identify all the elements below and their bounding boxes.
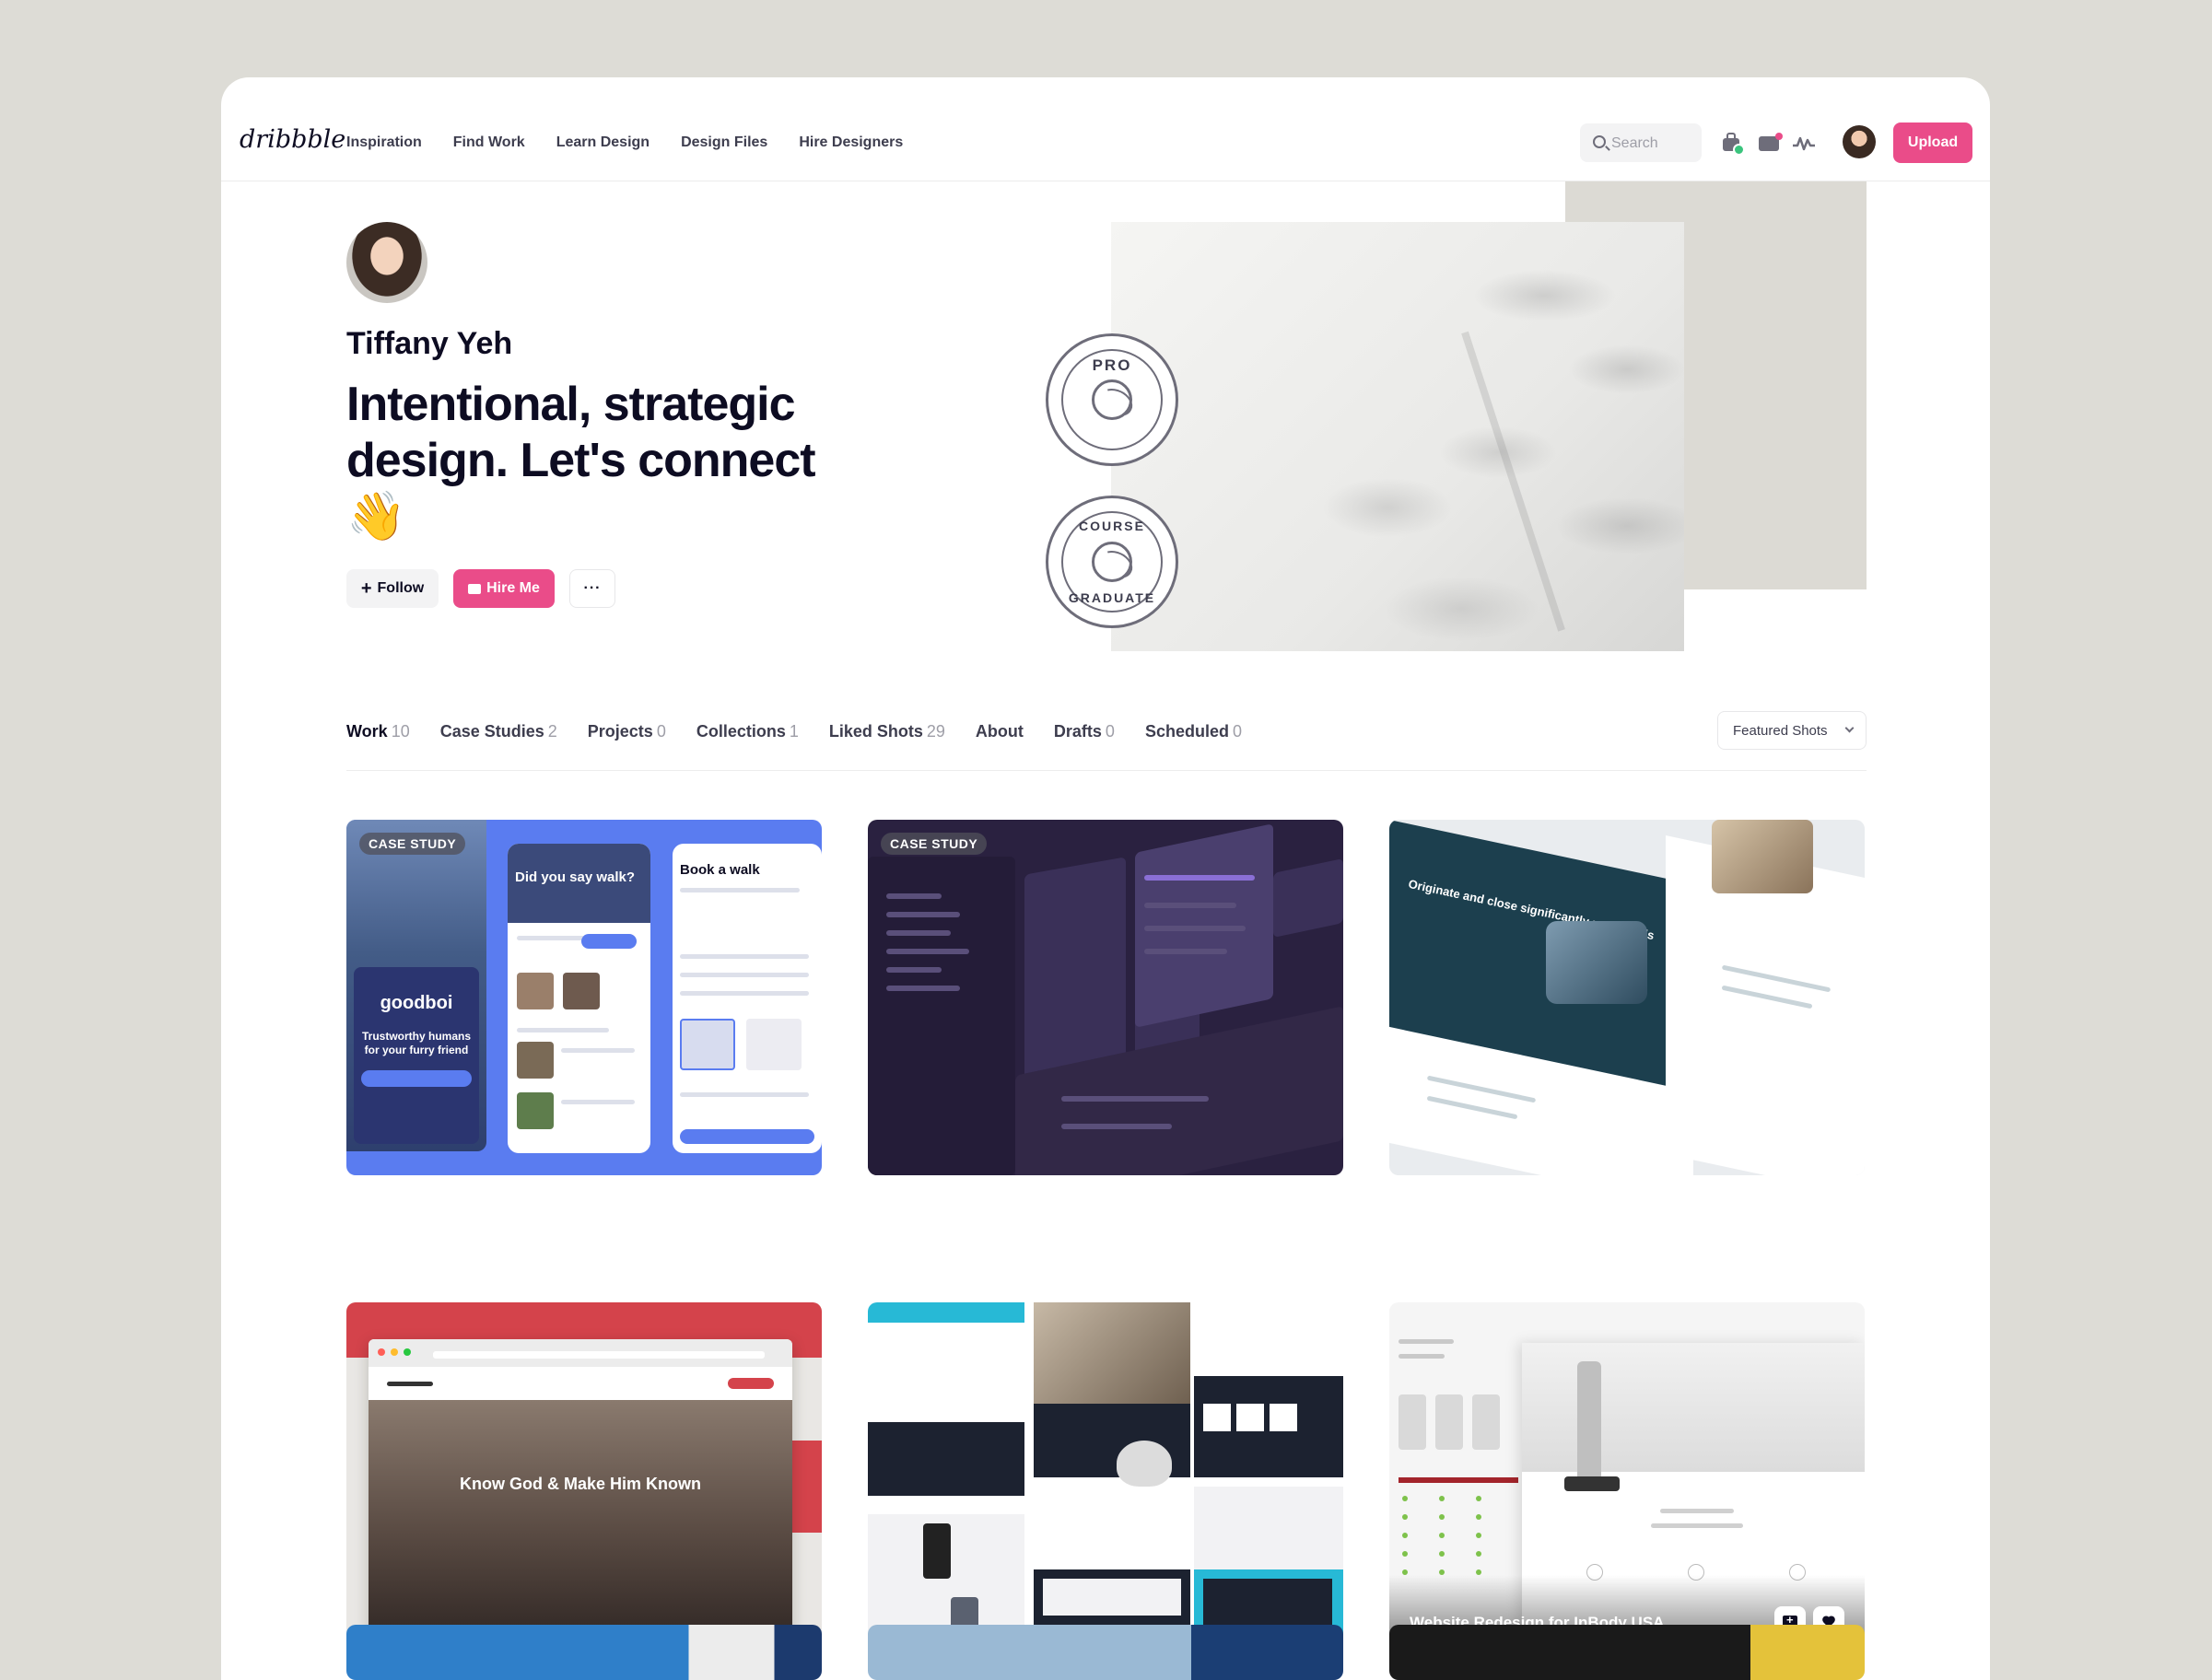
tab-liked-shots[interactable]: Liked Shots 29: [829, 722, 945, 741]
sort-selected: Featured Shots: [1733, 723, 1828, 739]
envelope-icon: [468, 583, 482, 594]
profile-avatar: [346, 222, 427, 303]
shot-photo: goodboi Trustworthy humans for your furr…: [346, 820, 486, 1151]
pro-badge: PRO: [1046, 333, 1178, 466]
shot-ywam-website[interactable]: Know God & Make Him Known: [346, 1302, 822, 1658]
tab-case-studies[interactable]: Case Studies 2: [440, 722, 557, 741]
phone-title: Book a walk: [680, 862, 760, 878]
case-study-badge: CASE STUDY: [881, 833, 988, 855]
plus-icon: +: [360, 578, 372, 599]
goodboi-tagline: Trustworthy humans for your furry friend: [361, 1030, 471, 1056]
shot-peek-1[interactable]: [346, 1625, 822, 1680]
nav-link-hire-designers[interactable]: Hire Designers: [799, 134, 903, 151]
tabs-divider: [346, 770, 1867, 771]
browser-mockup: Know God & Make Him Known: [369, 1339, 792, 1658]
nav-links: Inspiration Find Work Learn Design Desig…: [346, 134, 903, 151]
shot-security-website[interactable]: [868, 1302, 1343, 1658]
dribbble-ball-icon: [1092, 379, 1132, 420]
phone-screen-book: Book a walk: [673, 844, 822, 1153]
user-avatar[interactable]: [1843, 125, 1876, 158]
course-graduate-badge: COURSE GRADUATE: [1046, 496, 1178, 628]
mail-icon[interactable]: [1759, 133, 1783, 153]
nav-link-find-work[interactable]: Find Work: [453, 134, 525, 151]
more-options-button[interactable]: ···: [569, 569, 615, 608]
search-placeholder: Search: [1611, 135, 1658, 151]
notification-dot: [1775, 133, 1783, 140]
shot-photo: [1712, 820, 1813, 893]
nav-link-design-files[interactable]: Design Files: [681, 134, 767, 151]
hire-me-button[interactable]: Hire Me: [453, 569, 555, 608]
graduate-badge-label: GRADUATE: [1068, 590, 1156, 605]
nav-link-inspiration[interactable]: Inspiration: [346, 134, 422, 151]
profile-tabs: Work 10 Case Studies 2 Projects 0 Collectio…: [346, 722, 1242, 741]
follow-label: Follow: [377, 580, 425, 596]
dribbble-ball-icon: [1092, 542, 1132, 582]
shot-goodboi[interactable]: goodboi Trustworthy humans for your furr…: [346, 820, 822, 1175]
shot-peek-2[interactable]: [868, 1625, 1343, 1680]
cover-image: [1111, 222, 1684, 651]
hire-label: Hire Me: [486, 580, 540, 596]
pro-badge-label: PRO: [1092, 356, 1132, 374]
follow-button[interactable]: + Follow: [346, 569, 439, 608]
phone-title: Did you say walk?: [515, 869, 636, 885]
nav-link-learn-design[interactable]: Learn Design: [556, 134, 650, 151]
shot-inbody-website[interactable]: Website Redesign for InBody USA: [1389, 1302, 1865, 1658]
shot-peek-3[interactable]: [1389, 1625, 1865, 1680]
search-input[interactable]: Search: [1580, 123, 1702, 162]
create-account-pill: [361, 1070, 472, 1087]
profile-name: Tiffany Yeh: [346, 326, 513, 361]
plant-shadow: [1461, 331, 1565, 632]
phone-screen-walk: Did you say walk?: [508, 844, 650, 1153]
upload-button[interactable]: Upload: [1893, 122, 1972, 163]
profile-actions: + Follow Hire Me ···: [346, 569, 615, 608]
tab-scheduled[interactable]: Scheduled 0: [1145, 722, 1242, 741]
shot-photo: [1546, 921, 1647, 1004]
dribbble-window: dribbble Inspiration Find Work Learn Des…: [221, 77, 1990, 1680]
course-badge-label: COURSE: [1079, 519, 1145, 533]
shot-dashboard[interactable]: CASE STUDY: [868, 820, 1343, 1175]
chevron-down-icon: [1844, 723, 1855, 733]
dribbble-logo[interactable]: dribbble: [240, 125, 345, 154]
tab-about[interactable]: About: [976, 722, 1024, 741]
tab-drafts[interactable]: Drafts 0: [1054, 722, 1115, 741]
goodboi-logo: goodboi: [380, 993, 453, 1013]
tab-collections[interactable]: Collections 1: [696, 722, 799, 741]
signup-card: goodboi Trustworthy humans for your furr…: [354, 967, 479, 1144]
check-icon: [1733, 144, 1745, 156]
search-icon: [1593, 135, 1606, 148]
tab-work[interactable]: Work 10: [346, 722, 410, 741]
activity-icon[interactable]: [1792, 133, 1816, 153]
profile-headline: Intentional, strategic design. Let's con…: [346, 378, 816, 543]
top-nav: dribbble Inspiration Find Work Learn Des…: [221, 77, 1990, 181]
sort-dropdown[interactable]: Featured Shots: [1717, 711, 1867, 750]
hero-headline: Know God & Make Him Known: [459, 1475, 701, 1493]
briefcase-icon[interactable]: [1721, 133, 1745, 156]
tab-projects[interactable]: Projects 0: [588, 722, 666, 741]
case-study-badge: CASE STUDY: [359, 833, 466, 855]
shot-finance-website[interactable]: Originate and close significantly more d…: [1389, 820, 1865, 1175]
